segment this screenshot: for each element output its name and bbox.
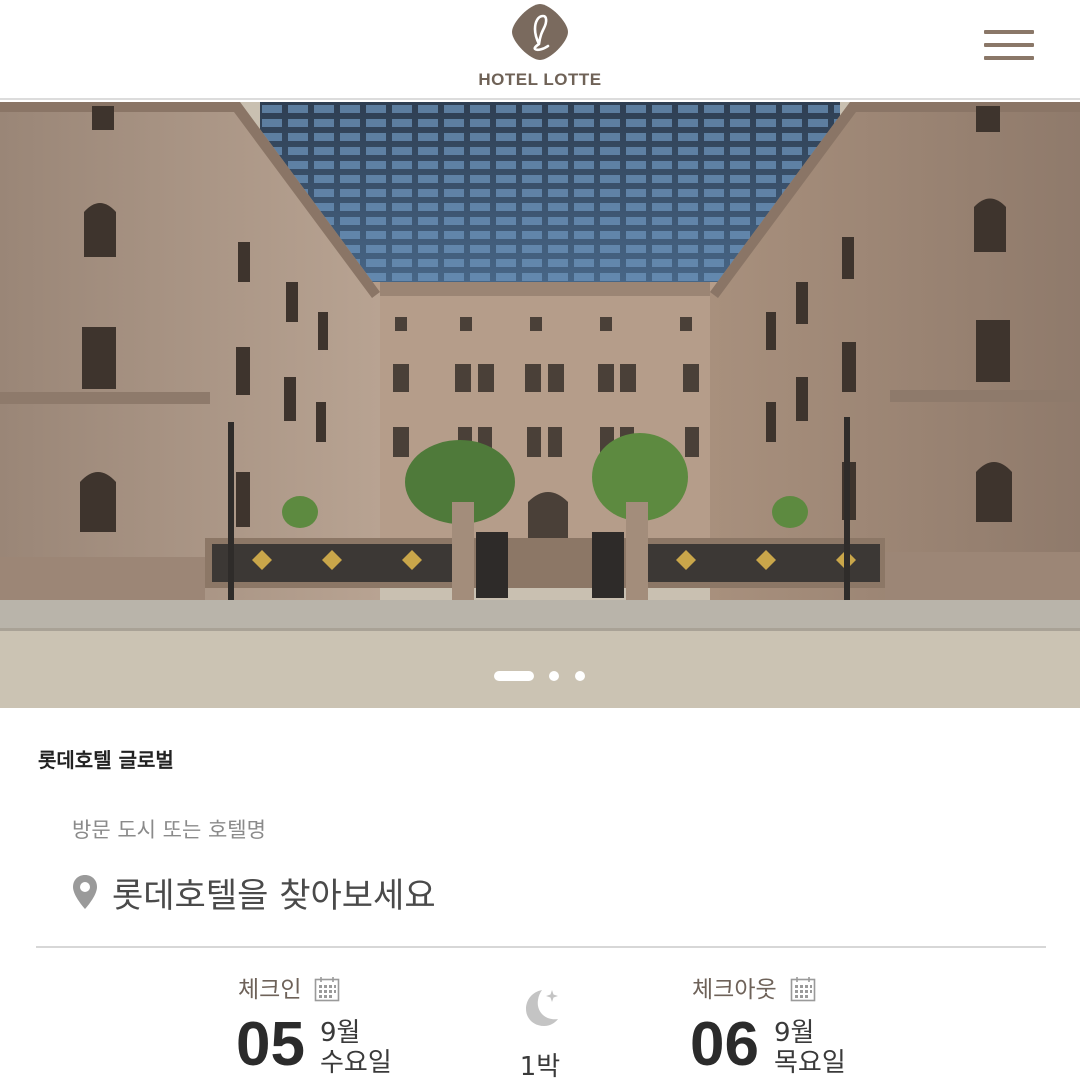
checkin-month: 9월 — [320, 1018, 361, 1048]
section-title: 롯데호텔 글로벌 — [38, 748, 174, 772]
hotel-search-field[interactable]: 방문 도시 또는 호텔명 롯데호텔을 찾아보세요 — [36, 800, 1046, 948]
search-input[interactable]: 롯데호텔을 찾아보세요 — [112, 868, 436, 917]
search-label: 방문 도시 또는 호텔명 — [72, 818, 266, 842]
location-pin-icon — [73, 875, 97, 909]
hotel-courtyard-photo — [0, 102, 1080, 708]
hotel-lotte-logo[interactable]: HOTEL LOTTE — [466, 2, 614, 96]
checkin-date[interactable]: 체크인 05 9월 수요일 — [236, 968, 498, 1080]
carousel-dot[interactable] — [549, 671, 559, 681]
calendar-icon — [790, 977, 816, 1002]
header: HOTEL LOTTE — [0, 0, 1080, 100]
lotte-emblem-icon — [512, 4, 568, 60]
checkout-day: 06 — [690, 1010, 759, 1079]
checkout-label: 체크아웃 — [692, 977, 777, 1003]
logo-text: HOTEL LOTTE — [478, 70, 602, 89]
checkin-weekday: 수요일 — [320, 1048, 392, 1078]
checkin-label: 체크인 — [238, 977, 302, 1003]
checkout-weekday: 목요일 — [774, 1048, 846, 1078]
hero-carousel[interactable] — [0, 102, 1080, 708]
checkout-month: 9월 — [774, 1018, 815, 1048]
carousel-dot-active[interactable] — [494, 671, 534, 681]
nights-count: 1박 — [500, 980, 580, 1080]
hamburger-menu-icon[interactable] — [984, 30, 1034, 62]
carousel-indicator — [0, 668, 1080, 684]
checkin-day: 05 — [236, 1010, 305, 1079]
calendar-icon — [314, 977, 340, 1002]
moon-icon — [526, 990, 558, 1026]
nights-label: 1박 — [519, 1052, 561, 1080]
carousel-dot[interactable] — [575, 671, 585, 681]
checkout-date[interactable]: 체크아웃 06 9월 목요일 — [690, 968, 952, 1080]
